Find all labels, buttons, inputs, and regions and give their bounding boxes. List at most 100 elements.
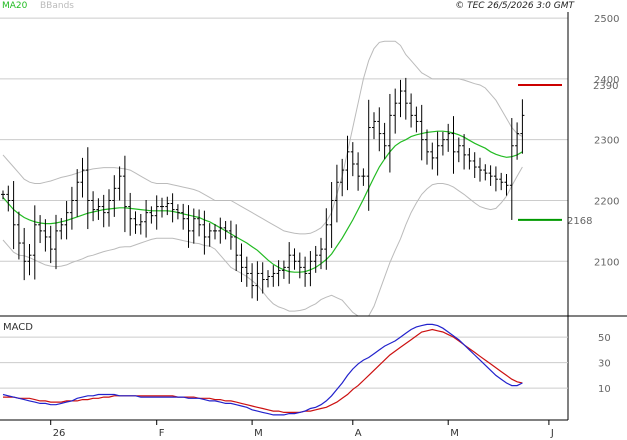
ohlc-bar (128, 192, 133, 236)
ohlc-bar (107, 189, 111, 227)
ohlc-bar (313, 245, 318, 273)
x-axis: 26 F M A M J (50, 420, 554, 439)
ohlc-bar (213, 224, 217, 240)
ohlc-bar (6, 185, 11, 212)
macd-tick-label: 10 (598, 384, 611, 395)
ohlc-bar (478, 157, 482, 182)
ohlc-bar (112, 175, 117, 217)
ohlc-bar (27, 244, 32, 276)
ohlc-bar (382, 122, 387, 160)
ohlc-bar (377, 107, 382, 152)
ohlc-bar (32, 205, 37, 280)
price-axis-labels: 2500 2400 2300 2200 2100 (594, 14, 619, 268)
level-lines (518, 83, 562, 221)
ohlc-bar (181, 203, 186, 230)
ohlc-bar (271, 265, 276, 287)
ohlc-bar (218, 217, 223, 244)
ohlc-bar (509, 118, 514, 220)
ohlc-bar (425, 129, 429, 165)
ohlc-bar (266, 270, 270, 288)
ohlc-bar (504, 173, 509, 196)
legend-bbands: BBands (40, 1, 74, 11)
ohlc-bar (191, 208, 196, 244)
ohlc-bar (467, 148, 472, 170)
ohlc-bar (435, 131, 440, 176)
macd-panel: MACD 50 30 10 (0, 322, 611, 416)
ohlc-bar (133, 211, 138, 234)
price-tick-label: 2300 (594, 136, 619, 147)
ohlc-bar (446, 123, 451, 152)
price-tick-label: 2200 (594, 197, 619, 208)
ohlc-bar (493, 166, 498, 192)
ohlc-bar (202, 210, 207, 255)
signal-series (3, 328, 523, 413)
ohlc-bar (122, 155, 127, 233)
ohlc-bar (356, 152, 361, 191)
resistance-label: 2390 (593, 81, 618, 92)
price-gridlines (0, 17, 568, 262)
ohlc-bar (334, 164, 339, 223)
ohlc-bar (456, 137, 461, 163)
support-label: 2168 (567, 216, 592, 227)
macd-axis-labels: 50 30 10 (598, 333, 611, 395)
price-panel: 2500 2400 2300 2200 2100 2390 2168 (0, 14, 619, 316)
ohlc-bar (149, 206, 154, 224)
ohlc-bar (297, 252, 302, 279)
x-tick-label: F (159, 428, 165, 439)
ma20-series (2, 130, 523, 273)
x-tick-label: M (254, 428, 263, 439)
ohlc-bar (440, 131, 445, 156)
ohlc-bar (16, 211, 21, 260)
price-tick-label: 2500 (594, 14, 619, 25)
ohlc-bar (138, 213, 143, 235)
x-tick-label: M (450, 428, 459, 439)
ohlc-bar (207, 223, 212, 247)
ohlc-bar (239, 243, 244, 282)
ohlc-bar (255, 261, 260, 301)
ohlc-bar (38, 215, 43, 244)
copyright: © TEC 26/5/2026 3:0 GMT (455, 1, 575, 11)
ohlc-bar (361, 168, 366, 186)
ma20-line (2, 130, 523, 273)
ohlc-bar (11, 181, 16, 250)
ohlc-bar (398, 79, 403, 118)
stock-chart: MA20 BBands © TEC 26/5/2026 3:0 GMT 2500… (0, 1, 627, 439)
macd-title: MACD (3, 322, 33, 333)
legend-ma20: MA20 (2, 1, 28, 11)
ohlc-bar (520, 99, 525, 154)
ohlc-bar (165, 196, 170, 216)
ohlc-bar (91, 191, 96, 222)
ohlc-bar (22, 227, 27, 281)
ohlc-bar (472, 152, 477, 178)
ohlc-bar (170, 193, 175, 223)
ohlc-bar (260, 262, 265, 294)
ohlc-bar (276, 260, 281, 287)
macd-series (2, 323, 523, 416)
ohlc-bar (197, 209, 202, 237)
macd-tick-label: 50 (598, 333, 611, 344)
ohlc-bar (393, 88, 398, 134)
ohlc-bar (1, 190, 5, 200)
bband-lower (2, 166, 523, 316)
ohlc-bar (292, 248, 297, 270)
ohlc-bar (430, 142, 435, 170)
ohlc-bar (483, 164, 488, 181)
macd-tick-label: 30 (598, 359, 611, 370)
ohlc-bar (250, 263, 255, 299)
ohlc-bar (48, 225, 53, 264)
ohlc-bar (499, 172, 504, 191)
ohlc-bar (366, 99, 371, 211)
macd-lines (2, 323, 523, 416)
ohlc-bar (287, 242, 292, 284)
bband-upper (2, 40, 523, 235)
x-tick-label: A (355, 428, 362, 439)
ohlc-bar (409, 93, 414, 128)
ohlc-bar (144, 199, 149, 238)
x-tick-label: 26 (53, 428, 66, 439)
ohlc-bar (96, 198, 101, 220)
ohlc-bar (387, 93, 392, 173)
ohlc-bar (117, 166, 122, 201)
ohlc-bar (419, 104, 424, 161)
ohlc-bar (80, 157, 85, 198)
ohlc-bar (75, 169, 80, 217)
